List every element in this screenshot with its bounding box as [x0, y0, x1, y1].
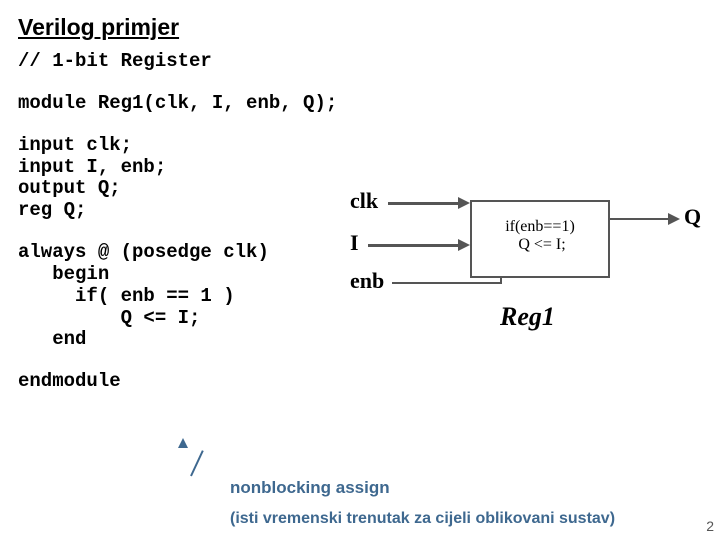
port-i-label: I [350, 230, 359, 256]
wire-enb-h [392, 282, 502, 284]
page-number: 2 [706, 518, 714, 534]
slide-title: Verilog primjer [18, 14, 702, 41]
arrow-i-head [458, 239, 470, 251]
note-nonblocking: nonblocking assign [230, 478, 390, 498]
arrow-clk-head [458, 197, 470, 209]
port-enb-label: enb [350, 268, 384, 294]
note-arrow-shaft [190, 450, 204, 476]
code-module-decl: module Reg1(clk, I, enb, Q); [18, 93, 702, 115]
code-comment: // 1-bit Register [18, 51, 702, 73]
register-block: if(enb==1) Q <= I; [470, 200, 610, 278]
arrow-q-head [668, 213, 680, 225]
slide: Verilog primjer // 1-bit Register module… [0, 0, 720, 540]
port-clk-label: clk [350, 188, 378, 214]
arrow-i [368, 244, 460, 247]
note-explanation: (isti vremenski trenutak za cijeli oblik… [230, 510, 615, 528]
wire-enb-v [500, 278, 502, 284]
arrow-clk [388, 202, 460, 205]
port-q-label: Q [684, 204, 701, 230]
register-name: Reg1 [500, 302, 555, 332]
register-inner-text: if(enb==1) Q <= I; [472, 202, 608, 254]
register-diagram: clk I enb if(enb==1) Q <= I; Q Reg1 [350, 190, 700, 370]
code-endmodule: endmodule [18, 371, 702, 393]
note-arrow-head [178, 438, 188, 448]
wire-q [610, 218, 670, 220]
